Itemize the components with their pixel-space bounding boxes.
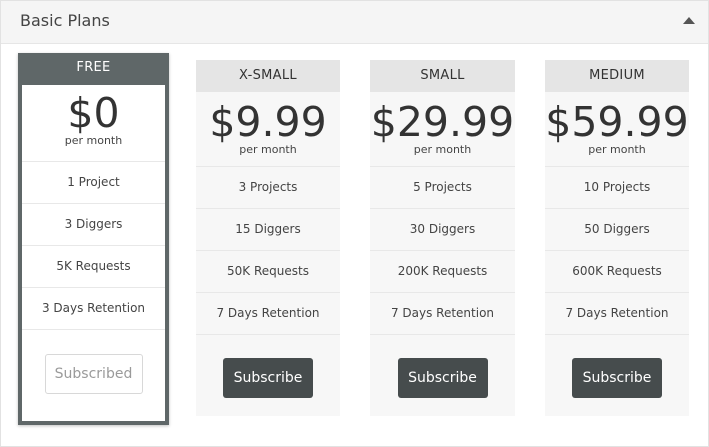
feature-diggers: 50 Diggers xyxy=(545,209,689,251)
plan-price: $29.99 xyxy=(370,98,515,146)
feature-diggers: 30 Diggers xyxy=(370,209,515,251)
plan-card-x-small: X-SMALL $9.99 per month 3 Projects 15 Di… xyxy=(196,60,340,416)
caret-up-icon[interactable] xyxy=(683,17,695,24)
feature-retention: 7 Days Retention xyxy=(196,293,340,335)
panel-header[interactable]: Basic Plans xyxy=(1,1,708,44)
basic-plans-panel: Basic Plans FREE $0 per month 1 Project … xyxy=(0,0,709,447)
feature-projects: 10 Projects xyxy=(545,167,689,209)
plan-name: X-SMALL xyxy=(196,60,340,92)
subscribe-button-small[interactable]: Subscribe xyxy=(397,358,488,398)
feature-requests: 5K Requests xyxy=(22,246,165,288)
feature-projects: 1 Project xyxy=(22,162,165,204)
feature-diggers: 15 Diggers xyxy=(196,209,340,251)
plan-period: per month xyxy=(545,144,689,167)
plan-card-medium: MEDIUM $59.99 per month 10 Projects 50 D… xyxy=(545,60,689,416)
plan-action: Subscribed xyxy=(22,330,165,394)
subscribed-button: Subscribed xyxy=(44,354,143,394)
plan-price: $59.99 xyxy=(545,98,689,146)
feature-projects: 5 Projects xyxy=(370,167,515,209)
plan-period: per month xyxy=(370,144,515,167)
feature-retention: 7 Days Retention xyxy=(370,293,515,335)
feature-requests: 50K Requests xyxy=(196,251,340,293)
feature-retention: 3 Days Retention xyxy=(22,288,165,330)
subscribe-button-medium[interactable]: Subscribe xyxy=(572,358,662,398)
feature-retention: 7 Days Retention xyxy=(545,293,689,335)
subscribe-button-x-small[interactable]: Subscribe xyxy=(223,358,313,398)
plan-period: per month xyxy=(22,135,165,162)
feature-requests: 600K Requests xyxy=(545,251,689,293)
plan-name: SMALL xyxy=(370,60,515,92)
panel-title: Basic Plans xyxy=(20,11,110,30)
feature-requests: 200K Requests xyxy=(370,251,515,293)
plan-card-small: SMALL $29.99 per month 5 Projects 30 Dig… xyxy=(370,60,515,416)
feature-projects: 3 Projects xyxy=(196,167,340,209)
plan-action: Subscribe xyxy=(196,335,340,398)
plan-price: $0 xyxy=(67,89,120,137)
feature-diggers: 3 Diggers xyxy=(22,204,165,246)
plan-period: per month xyxy=(196,144,340,167)
plan-name: FREE xyxy=(22,55,165,85)
plan-action: Subscribe xyxy=(370,335,515,398)
plan-name: MEDIUM xyxy=(545,60,689,92)
plan-card-free: FREE $0 per month 1 Project 3 Diggers 5K… xyxy=(18,53,169,425)
plan-price: $9.99 xyxy=(209,98,327,146)
plan-action: Subscribe xyxy=(545,335,689,398)
